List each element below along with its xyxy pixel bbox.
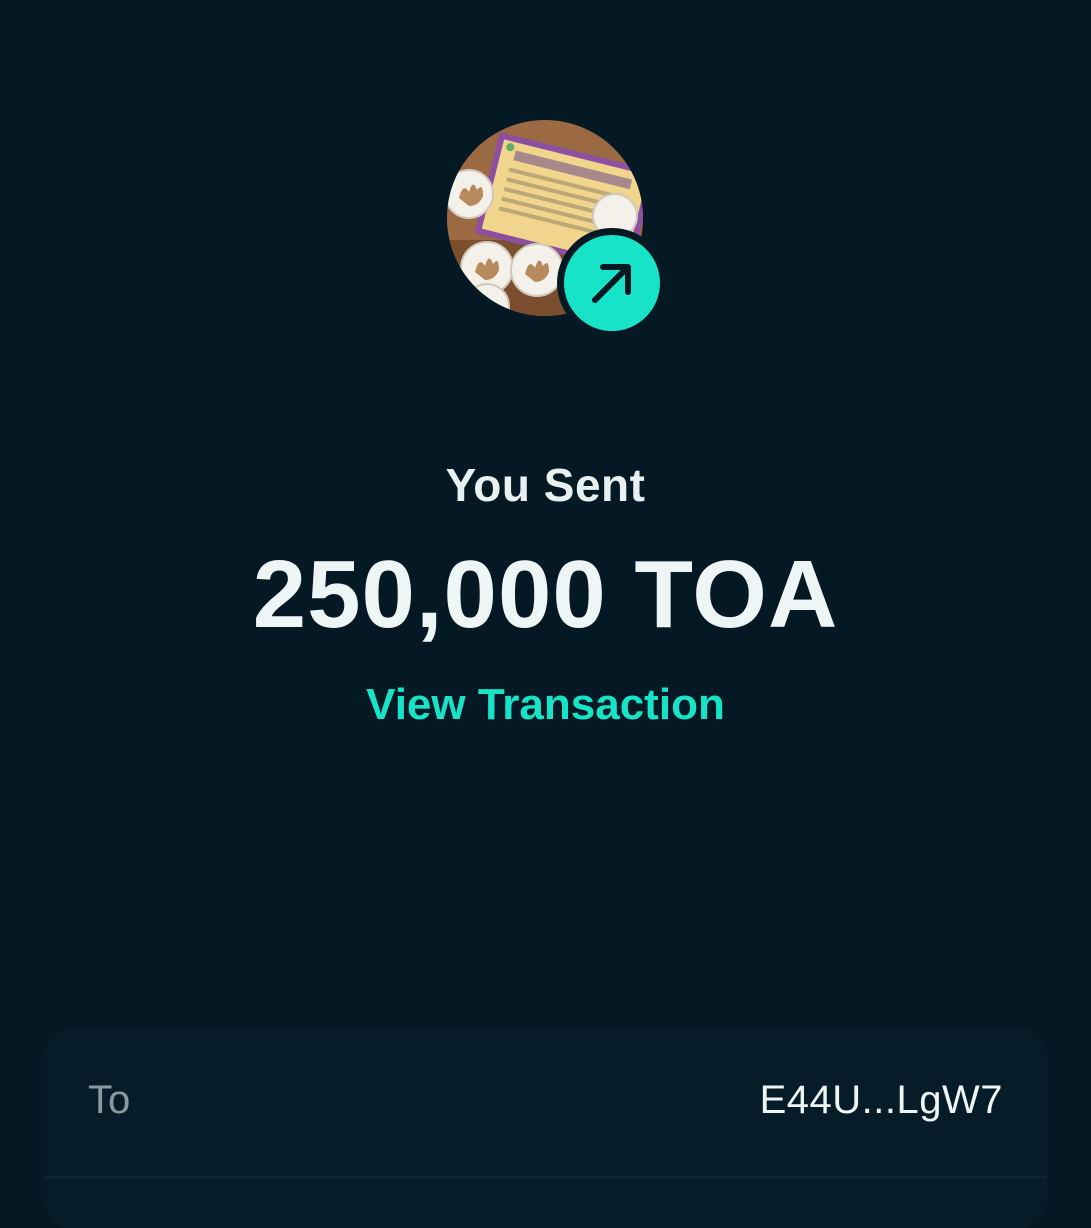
token-avatar-group xyxy=(447,120,667,340)
transfer-title: You Sent xyxy=(445,459,646,511)
detail-row-to: To E44U...LgW7 xyxy=(44,1028,1047,1176)
detail-label-to: To xyxy=(88,1078,131,1122)
row-divider xyxy=(44,1176,1047,1178)
transfer-amount: 250,000 TOA xyxy=(252,541,839,648)
arrow-up-right-icon xyxy=(592,264,631,303)
recipient-address[interactable]: E44U...LgW7 xyxy=(760,1078,1003,1123)
sent-badge xyxy=(557,228,667,338)
sent-badge-circle xyxy=(564,235,660,331)
transaction-details-card: To E44U...LgW7 xyxy=(44,1028,1047,1228)
view-transaction-link[interactable]: View Transaction xyxy=(0,680,1091,730)
